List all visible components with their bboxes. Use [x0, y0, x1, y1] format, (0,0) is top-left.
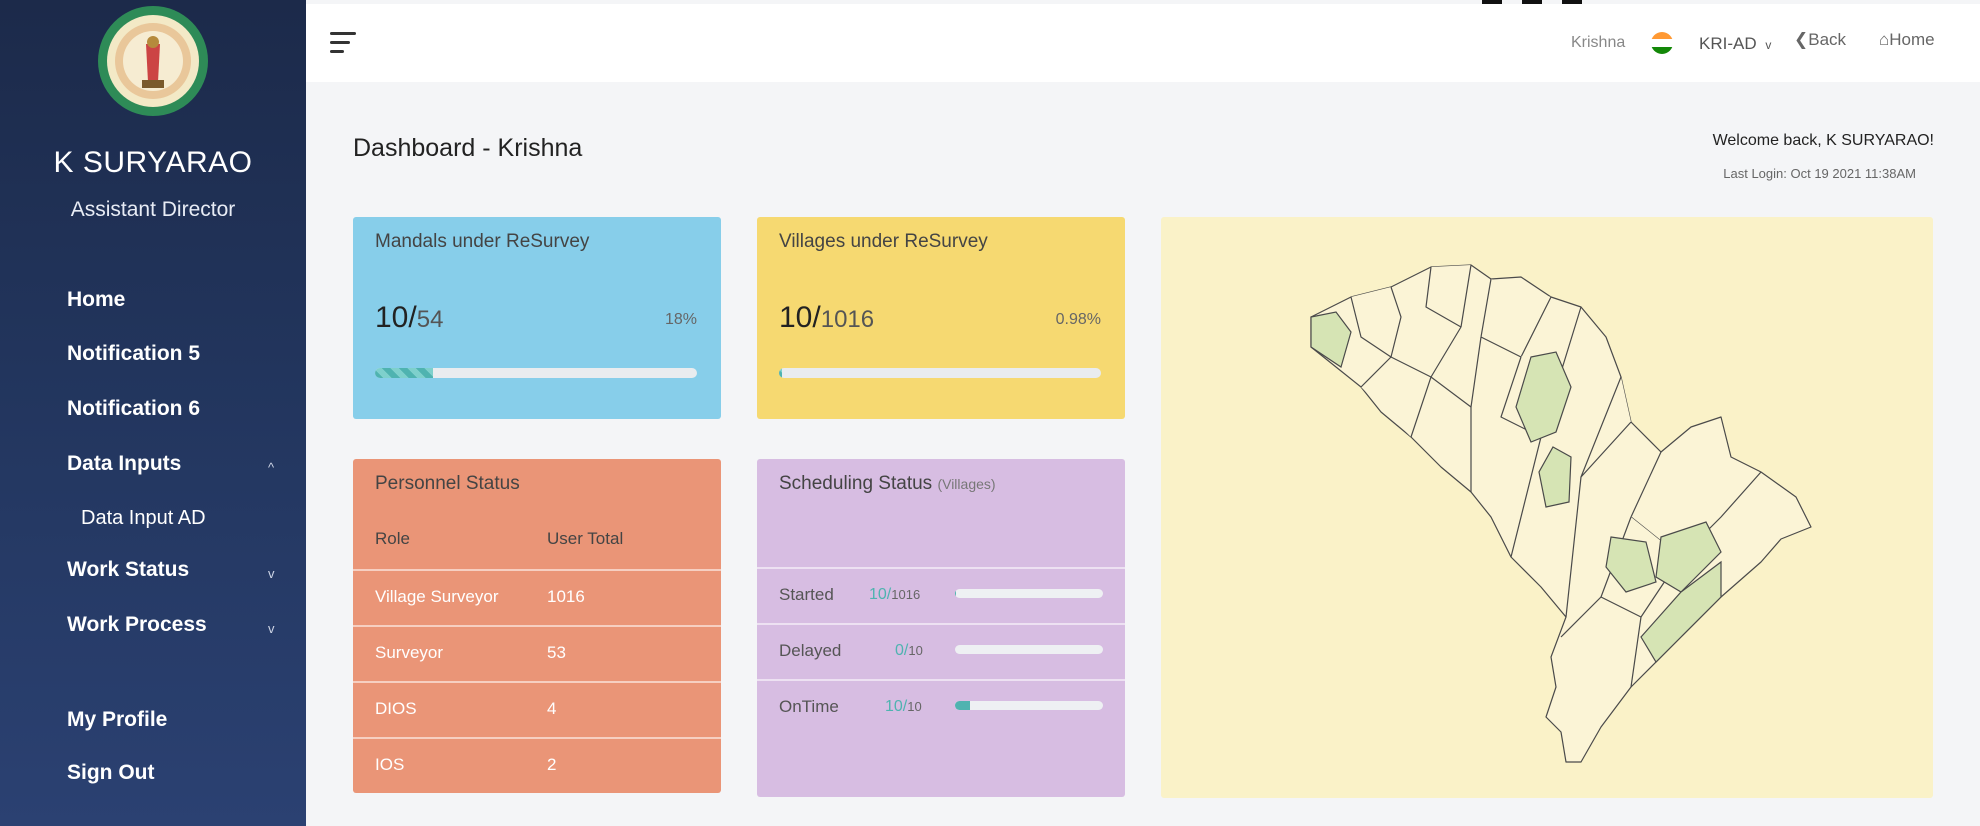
schedule-count: 10/1016 [869, 586, 920, 604]
table-row: IOS 2 [353, 737, 721, 793]
total-cell: 1016 [547, 587, 585, 606]
role-cell: Village Surveyor [375, 587, 499, 606]
district-dropdown[interactable]: KRI-AD v [1699, 34, 1771, 54]
card-title: Personnel Status [375, 473, 520, 494]
schedule-progress-fill [955, 701, 970, 710]
sidebar-item-data-input-ad[interactable]: Data Input AD [81, 507, 206, 530]
back-label: Back [1808, 30, 1847, 49]
welcome-message: Welcome back, K SURYARAO! [1712, 132, 1934, 149]
schedule-count: 0/10 [895, 642, 923, 660]
column-header-role: Role [375, 529, 410, 548]
total-cell: 2 [547, 755, 557, 774]
mandals-card: Mandals under ReSurvey 10/54 18% [353, 217, 721, 419]
sidebar-item-data-inputs[interactable]: Data Inputs [67, 452, 181, 476]
schedule-progress-fill [955, 589, 957, 598]
mandals-total: 54 [416, 306, 444, 333]
schedule-label: Started [779, 585, 834, 604]
table-row: DIOS 4 [353, 681, 721, 737]
villages-percent: 0.98% [1055, 311, 1101, 328]
sidebar-item-notification-5[interactable]: Notification 5 [67, 342, 200, 366]
total-cell: 4 [547, 699, 557, 718]
schedule-value: 10/ [885, 698, 908, 715]
table-row: Surveyor 53 [353, 625, 721, 681]
schedule-total: 10 [907, 699, 922, 714]
home-label: Home [1889, 30, 1935, 49]
home-icon: ⌂ [1879, 30, 1890, 49]
list-item: Delayed 0/10 [757, 623, 1125, 679]
page-title: Dashboard - Krishna [353, 134, 583, 162]
last-login: Last Login: Oct 19 2021 11:38AM [1723, 166, 1916, 181]
schedule-count: 10/10 [885, 698, 922, 716]
schedule-label: Delayed [779, 641, 842, 660]
sidebar-item-work-process[interactable]: Work Process [67, 613, 207, 637]
table-row: Village Surveyor 1016 [353, 569, 721, 625]
back-icon: ❮ [1794, 30, 1809, 49]
sidebar: K SURYARAO Assistant Director Home Notif… [0, 0, 306, 826]
mandals-percent: 18% [664, 311, 697, 328]
sidebar-item-sign-out[interactable]: Sign Out [67, 761, 155, 785]
sidebar-item-my-profile[interactable]: My Profile [67, 708, 167, 732]
table-header: Role User Total [353, 513, 721, 569]
role-cell: Surveyor [375, 643, 444, 662]
list-item: OnTime 10/10 [757, 679, 1125, 735]
schedule-progress-bar [955, 701, 1103, 710]
list-item: Started 10/1016 [757, 567, 1125, 623]
menu-toggle-icon[interactable] [330, 32, 356, 54]
villages-total: 1016 [820, 306, 875, 333]
villages-progress-fill [779, 368, 783, 378]
india-flag-icon [1651, 32, 1673, 54]
villages-value: 10/ [779, 301, 821, 334]
villages-progress-bar [779, 368, 1101, 378]
mandals-count: 10/54 [375, 301, 443, 335]
mandals-value: 10/ [375, 301, 417, 334]
scheduling-title: Scheduling Status [779, 473, 933, 494]
chevron-down-icon[interactable]: v [268, 621, 275, 636]
total-cell: 53 [547, 643, 566, 662]
topbar-district-name: Krishna [1571, 34, 1626, 51]
schedule-label: OnTime [779, 697, 839, 716]
scheduling-status-card: Scheduling Status (Villages) Started 10/… [757, 459, 1125, 797]
personnel-status-card: Personnel Status Role User Total Village… [353, 459, 721, 793]
scheduling-subtitle: (Villages) [937, 476, 996, 492]
user-name: K SURYARAO [53, 146, 253, 179]
sidebar-item-work-status[interactable]: Work Status [67, 558, 189, 582]
card-title: Scheduling Status (Villages) [779, 473, 996, 495]
card-title: Mandals under ReSurvey [375, 231, 590, 252]
chevron-down-icon: v [1765, 38, 1772, 52]
schedule-progress-bar [955, 645, 1103, 654]
back-button[interactable]: ❮Back [1794, 30, 1846, 50]
schedule-value: 0/ [895, 642, 909, 659]
top-bar: Krishna KRI-AD v ❮Back ⌂Home [306, 4, 1980, 82]
chevron-down-icon[interactable]: v [268, 566, 275, 581]
user-role: Assistant Director [70, 198, 236, 221]
schedule-total: 10 [908, 643, 923, 658]
district-map[interactable] [1161, 217, 1933, 798]
district-map-panel [1161, 217, 1933, 798]
villages-count: 10/1016 [779, 301, 874, 335]
schedule-value: 10/ [869, 586, 892, 603]
column-header-user-total: User Total [547, 529, 624, 548]
villages-card: Villages under ReSurvey 10/1016 0.98% [757, 217, 1125, 419]
role-cell: DIOS [375, 699, 417, 718]
role-cell: IOS [375, 755, 405, 774]
mandals-progress-fill [375, 368, 433, 378]
card-title: Villages under ReSurvey [779, 231, 988, 252]
mandals-progress-bar [375, 368, 697, 378]
district-label: KRI-AD [1699, 34, 1757, 53]
state-emblem-logo [98, 6, 208, 116]
sidebar-item-notification-6[interactable]: Notification 6 [67, 397, 200, 421]
sidebar-item-home[interactable]: Home [67, 288, 125, 312]
schedule-total: 1016 [891, 587, 921, 602]
chevron-up-icon[interactable]: ^ [268, 460, 274, 475]
home-button[interactable]: ⌂Home [1879, 30, 1935, 50]
schedule-progress-bar [955, 589, 1103, 598]
